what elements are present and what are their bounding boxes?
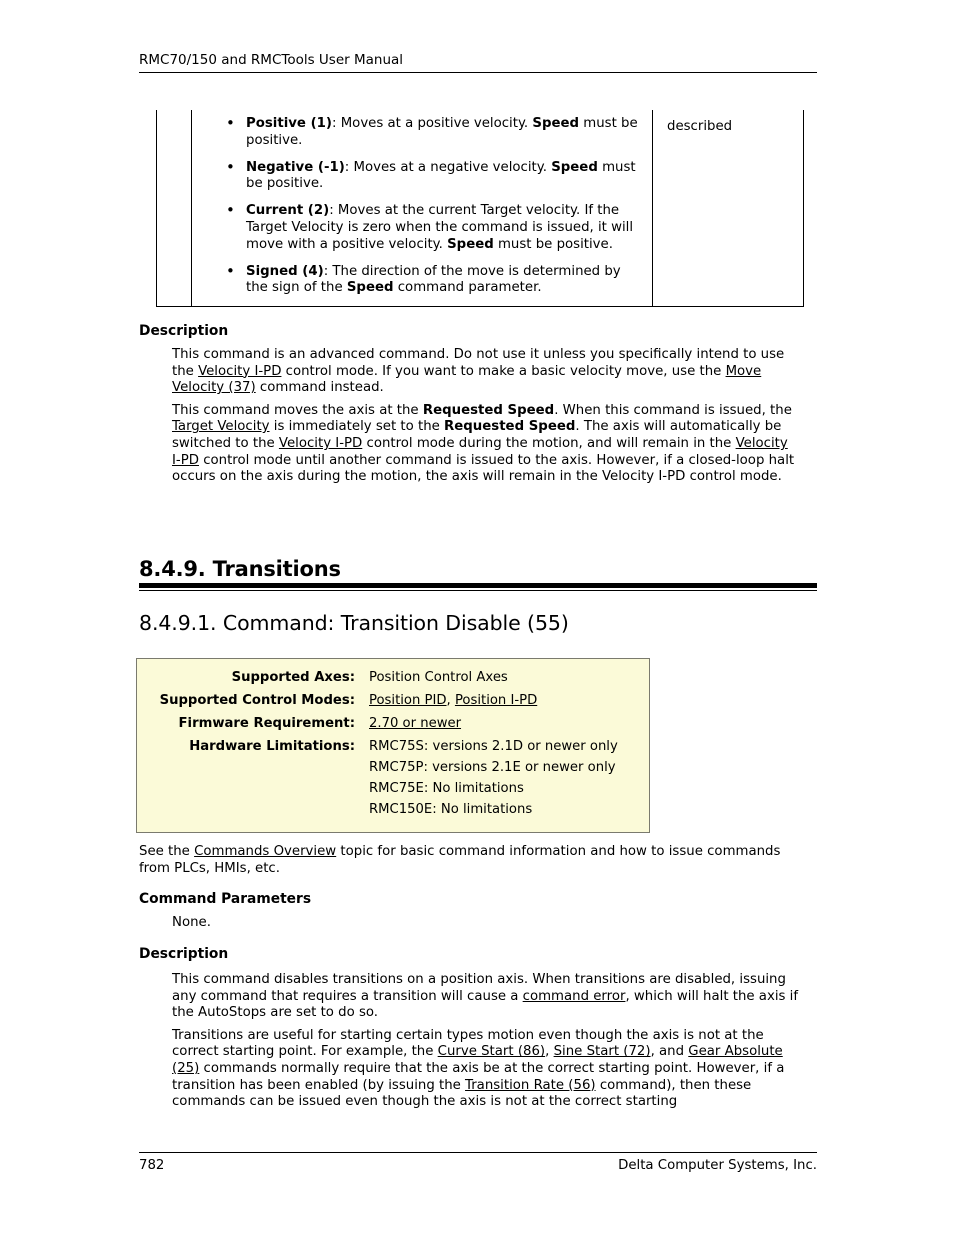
text-run: , bbox=[545, 1044, 554, 1060]
chapter-rule-thin bbox=[139, 589, 817, 591]
info-value-line: RMC150E: No limitations bbox=[369, 802, 533, 817]
description-heading-2: Description bbox=[139, 946, 229, 962]
term-requested-speed: Requested Speed bbox=[444, 419, 576, 435]
page-footer: 782 Delta Computer Systems, Inc. bbox=[139, 1152, 817, 1175]
link-command-error[interactable]: command error bbox=[523, 989, 626, 1004]
description-body-2: This command disables transitions on a p… bbox=[172, 972, 804, 1111]
paragraph: This command moves the axis at the Reque… bbox=[172, 403, 800, 486]
option-term: Signed (4) bbox=[246, 263, 324, 279]
text-run: is immediately set to the bbox=[269, 419, 445, 435]
table-column-description: Positive (1): Moves at a positive veloci… bbox=[192, 110, 653, 307]
footer-row: 782 Delta Computer Systems, Inc. bbox=[139, 1157, 817, 1175]
text-run: control mode. If you want to make a basi… bbox=[281, 363, 726, 379]
paragraph: None. bbox=[172, 915, 211, 930]
info-value-line: Position Control Axes bbox=[369, 670, 508, 685]
text-run: , bbox=[446, 693, 455, 708]
info-row-supported-control-modes: Supported Control Modes: Position PID, P… bbox=[147, 690, 639, 711]
info-value: Position Control Axes bbox=[369, 667, 639, 688]
option-term: Negative (-1) bbox=[246, 159, 345, 175]
table-column-notes: described bbox=[653, 110, 803, 306]
link-sine-start-72[interactable]: Sine Start (72) bbox=[554, 1044, 651, 1059]
info-value-line: RMC75P: versions 2.1E or newer only bbox=[369, 760, 616, 775]
term-requested-speed: Requested Speed bbox=[422, 402, 555, 418]
link-position-pid[interactable]: Position PID bbox=[369, 693, 447, 708]
info-label: Firmware Requirement: bbox=[178, 716, 355, 731]
link-firmware-version[interactable]: 2.70 or newer bbox=[369, 713, 639, 734]
text-run: . When this command is issued, the bbox=[554, 402, 792, 418]
text-run: command instead. bbox=[255, 380, 384, 396]
link-transition-rate-56[interactable]: Transition Rate (56) bbox=[465, 1078, 596, 1093]
text-run: This command moves the axis at the bbox=[172, 402, 423, 418]
chapter-title: 8.4.9. Transitions bbox=[139, 557, 341, 581]
info-row-hardware-limitations: Hardware Limitations: RMC75S: versions 2… bbox=[147, 736, 639, 820]
section-title: 8.4.9.1. Command: Transition Disable (55… bbox=[139, 611, 569, 635]
info-label: Supported Control Modes: bbox=[159, 693, 355, 708]
text-run: control mode until another command is is… bbox=[172, 452, 795, 485]
document-page: RMC70/150 and RMCTools User Manual Posit… bbox=[0, 0, 954, 1235]
text-run: control mode during the motion, and will… bbox=[362, 435, 736, 451]
info-label: Hardware Limitations: bbox=[189, 739, 355, 754]
chapter-heading-block: 8.4.9. Transitions bbox=[139, 556, 817, 591]
option-term: Current (2) bbox=[246, 203, 330, 219]
info-value-line: RMC75E: No limitations bbox=[369, 781, 524, 796]
paragraph: See the Commands Overview topic for basi… bbox=[139, 844, 799, 877]
list-item: Signed (4): The direction of the move is… bbox=[200, 263, 644, 298]
notes-cell-text: described bbox=[667, 119, 733, 134]
continued-parameter-table: Positive (1): Moves at a positive veloci… bbox=[156, 110, 804, 308]
command-parameters-value: None. bbox=[172, 915, 800, 932]
paragraph: Transitions are useful for starting cert… bbox=[172, 1028, 804, 1111]
see-also-block: See the Commands Overview topic for basi… bbox=[139, 844, 799, 877]
paragraph: This command disables transitions on a p… bbox=[172, 972, 804, 1022]
command-parameters-heading: Command Parameters bbox=[139, 891, 312, 907]
description-body-1: This command is an advanced command. Do … bbox=[172, 347, 800, 486]
list-item: Negative (-1): Moves at a negative veloc… bbox=[200, 159, 644, 194]
description-heading-1: Description bbox=[139, 323, 229, 339]
info-value-line: Position PID, Position I-PD bbox=[369, 690, 639, 711]
info-value: Position PID, Position I-PD bbox=[369, 690, 639, 711]
text-run: , and bbox=[650, 1044, 689, 1060]
manual-title: RMC70/150 and RMCTools User Manual bbox=[139, 52, 404, 68]
direction-option-list: Positive (1): Moves at a positive veloci… bbox=[200, 115, 644, 298]
chapter-rule-thick bbox=[139, 583, 817, 588]
company-name: Delta Computer Systems, Inc. bbox=[618, 1158, 817, 1173]
page-running-header: RMC70/150 and RMCTools User Manual bbox=[139, 52, 817, 73]
list-item: Current (2): Moves at the current Target… bbox=[200, 202, 644, 253]
option-term: Positive (1) bbox=[246, 116, 332, 131]
footer-divider bbox=[139, 1152, 817, 1153]
link-position-ipd[interactable]: Position I-PD bbox=[455, 693, 537, 708]
table-column-spacer bbox=[157, 110, 192, 307]
link-commands-overview[interactable]: Commands Overview bbox=[194, 844, 336, 859]
info-value: 2.70 or newer bbox=[369, 713, 639, 734]
info-label: Supported Axes: bbox=[231, 670, 355, 685]
link-target-velocity[interactable]: Target Velocity bbox=[172, 419, 270, 434]
info-row-supported-axes: Supported Axes: Position Control Axes bbox=[147, 667, 639, 688]
link-velocity-ipd[interactable]: Velocity I-PD bbox=[279, 436, 362, 451]
text-run: See the bbox=[139, 844, 195, 859]
header-divider bbox=[139, 72, 817, 73]
link-velocity-ipd[interactable]: Velocity I-PD bbox=[198, 364, 281, 379]
info-row-firmware-requirement: Firmware Requirement: 2.70 or newer bbox=[147, 713, 639, 734]
link-curve-start-86[interactable]: Curve Start (86) bbox=[438, 1044, 545, 1059]
info-value: RMC75S: versions 2.1D or newer only RMC7… bbox=[369, 736, 639, 820]
paragraph: This command is an advanced command. Do … bbox=[172, 347, 800, 397]
list-item: Positive (1): Moves at a positive veloci… bbox=[200, 115, 644, 150]
command-info-box: Supported Axes: Position Control Axes Su… bbox=[136, 658, 650, 833]
info-value-line: RMC75S: versions 2.1D or newer only bbox=[369, 739, 618, 754]
page-number: 782 bbox=[139, 1158, 165, 1173]
